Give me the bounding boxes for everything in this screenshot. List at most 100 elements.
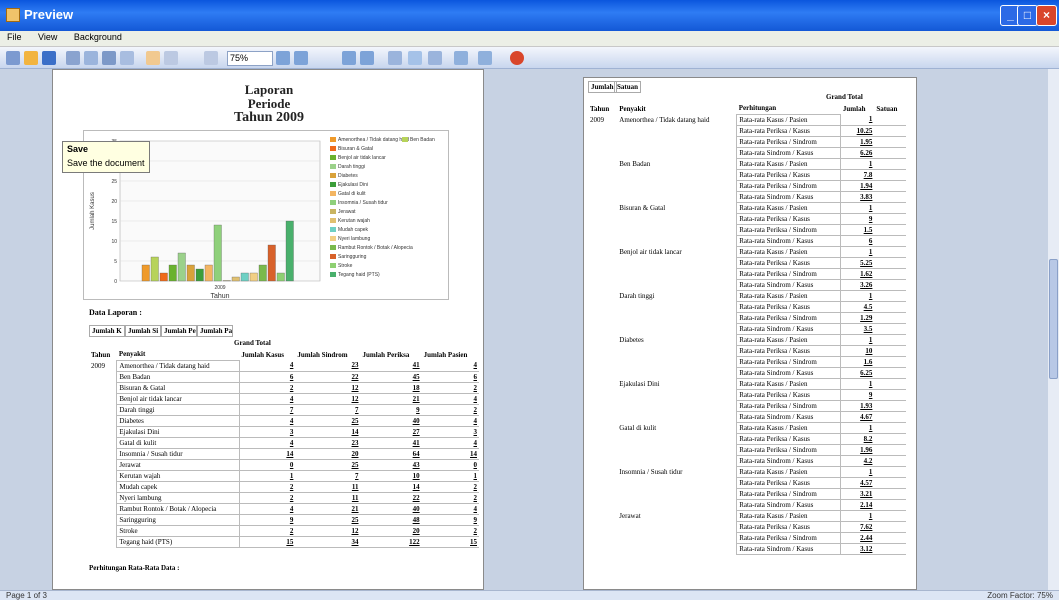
column-header: Jumlah Kasus bbox=[241, 350, 285, 359]
chart-bar bbox=[240, 272, 249, 282]
legend-swatch bbox=[330, 137, 336, 143]
previous-page-icon[interactable] bbox=[294, 51, 308, 65]
year-cell bbox=[588, 169, 617, 180]
vertical-scrollbar[interactable] bbox=[1048, 69, 1059, 590]
year-cell bbox=[588, 345, 617, 356]
table-row: Rata-rata Sindrom / Kasus 3.12 bbox=[588, 542, 906, 555]
background-color-icon[interactable] bbox=[408, 51, 422, 65]
table-row: Darah tinggi Rata-rata Kasus / Pasien 1 bbox=[588, 289, 906, 302]
scale-icon[interactable] bbox=[120, 51, 134, 65]
menu-file[interactable]: File bbox=[0, 31, 29, 43]
year-cell bbox=[89, 426, 117, 437]
unit-cell bbox=[874, 378, 906, 390]
value-cell: 14 bbox=[239, 448, 296, 460]
hand-tool-icon[interactable] bbox=[146, 51, 160, 65]
value-cell: 43 bbox=[360, 459, 422, 471]
disease-cell bbox=[617, 323, 736, 334]
watermark-icon[interactable] bbox=[428, 51, 442, 65]
disease-cell bbox=[617, 147, 736, 158]
value-cell: 4 bbox=[421, 437, 479, 449]
close-preview-icon[interactable] bbox=[510, 51, 524, 65]
page-setup-icon[interactable] bbox=[102, 51, 116, 65]
menu-background[interactable]: Background bbox=[67, 31, 129, 43]
table-row: Rata-rata Periksa / Sindrom 1.29 bbox=[588, 311, 906, 324]
value-cell: 45 bbox=[360, 371, 422, 383]
disease-cell: Gatal di kulit bbox=[116, 436, 240, 449]
disease-cell: Benjol air tidak lancar bbox=[619, 247, 682, 256]
last-page-icon[interactable] bbox=[360, 51, 374, 65]
zoom-in-icon[interactable] bbox=[204, 51, 218, 65]
year-cell bbox=[588, 367, 617, 378]
export-icon[interactable] bbox=[454, 51, 468, 65]
maximize-button[interactable]: □ bbox=[1017, 5, 1038, 26]
value-cell: 2 bbox=[239, 481, 296, 493]
send-email-icon[interactable] bbox=[478, 51, 492, 65]
menu-view[interactable]: View bbox=[31, 31, 64, 43]
calc-cell: Rata-rata Periksa / Kasus bbox=[736, 124, 842, 137]
table-row: Saringguring 9 25 48 9 bbox=[89, 513, 479, 526]
year-cell bbox=[588, 136, 617, 147]
value-cell: 1.93 bbox=[840, 400, 875, 412]
value-cell: 3 bbox=[239, 426, 296, 438]
unit-cell bbox=[874, 543, 906, 555]
multiple-pages-icon[interactable] bbox=[388, 51, 402, 65]
first-page-icon[interactable] bbox=[276, 51, 290, 65]
quick-print-icon[interactable] bbox=[84, 51, 98, 65]
legend-item: Benjol air tidak lancar bbox=[330, 155, 386, 161]
disease-cell bbox=[617, 301, 736, 312]
next-page-icon[interactable] bbox=[342, 51, 356, 65]
value-cell: 1 bbox=[840, 466, 875, 478]
zoom-out-icon[interactable] bbox=[164, 51, 178, 65]
value-cell: 41 bbox=[360, 437, 422, 449]
disease-cell: Benjol air tidak lancar bbox=[116, 392, 240, 405]
year-cell bbox=[588, 477, 617, 488]
find-icon[interactable] bbox=[6, 51, 20, 65]
disease-cell: Jerawat bbox=[619, 511, 641, 520]
y-tick-label: 10 bbox=[111, 239, 117, 245]
table-row: Rata-rata Periksa / Kasus 4.57 bbox=[588, 476, 906, 489]
value-cell: 34 bbox=[295, 536, 361, 548]
print-icon[interactable] bbox=[66, 51, 80, 65]
close-button[interactable]: × bbox=[1036, 5, 1057, 26]
header-box: Jumlah Si bbox=[125, 325, 161, 337]
calc-cell: Rata-rata Kasus / Pasien bbox=[736, 289, 842, 302]
unit-cell bbox=[874, 499, 906, 511]
table-row: Darah tinggi 7 7 9 2 bbox=[89, 403, 479, 416]
value-cell: 25 bbox=[295, 459, 361, 471]
chart-bar bbox=[258, 264, 267, 282]
y-axis-label: Jumlah Kasus bbox=[90, 192, 96, 230]
value-cell: 21 bbox=[295, 503, 361, 515]
legend-item: Darah tinggi bbox=[330, 164, 365, 170]
value-cell: 27 bbox=[360, 426, 422, 438]
disease-cell: Insomnia / Susah tidur bbox=[619, 467, 683, 476]
table-row: Rata-rata Periksa / Sindrom 1.62 bbox=[588, 267, 906, 280]
chart-bar bbox=[276, 272, 285, 282]
disease-cell: Bisuran & Gatal bbox=[116, 381, 240, 394]
disease-cell: Darah tinggi bbox=[619, 291, 655, 300]
scrollbar-thumb[interactable] bbox=[1049, 259, 1058, 379]
value-cell: 22 bbox=[360, 492, 422, 504]
table-row: Rata-rata Periksa / Kasus 10.25 bbox=[588, 124, 906, 137]
calc-cell: Rata-rata Periksa / Sindrom bbox=[736, 223, 842, 236]
year-cell bbox=[89, 415, 117, 426]
save-icon[interactable] bbox=[42, 51, 56, 65]
disease-cell: Amenorthea / Tidak datang haid bbox=[619, 115, 710, 124]
table-row: Bisuran & Gatal 2 12 18 2 bbox=[89, 381, 479, 394]
legend-label: Benjol air tidak lancar bbox=[338, 155, 386, 161]
table-row: Benjol air tidak lancar Rata-rata Kasus /… bbox=[588, 245, 906, 258]
calc-cell: Rata-rata Periksa / Sindrom bbox=[736, 179, 842, 192]
legend-label: Rambut Rontok / Botak / Alopecia bbox=[338, 245, 413, 251]
open-icon[interactable] bbox=[24, 51, 38, 65]
value-cell: 2 bbox=[239, 525, 296, 537]
value-cell: 2 bbox=[421, 404, 479, 416]
table-row: Rata-rata Periksa / Sindrom 2.44 bbox=[588, 531, 906, 544]
disease-cell bbox=[617, 499, 736, 510]
disease-cell bbox=[617, 169, 736, 180]
column-header: Jumlah Pasien bbox=[423, 350, 468, 359]
calc-cell: Rata-rata Sindrom / Kasus bbox=[736, 234, 842, 247]
value-cell: 1.29 bbox=[840, 312, 875, 324]
value-cell: 6 bbox=[239, 371, 296, 383]
legend-swatch bbox=[330, 146, 336, 152]
value-cell: 4 bbox=[421, 415, 479, 427]
zoom-select[interactable]: 75% bbox=[227, 51, 273, 66]
